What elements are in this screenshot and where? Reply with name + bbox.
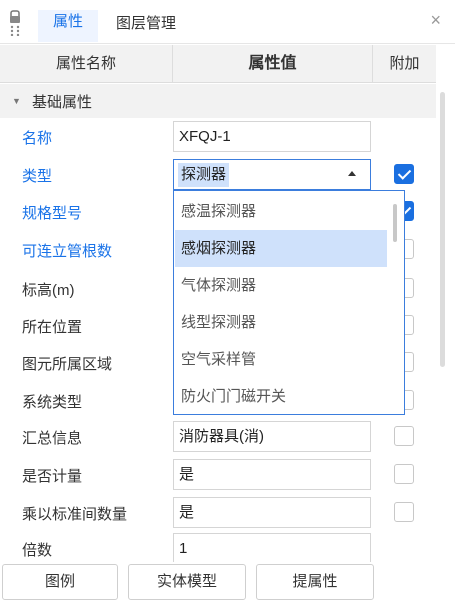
tab-layer-management[interactable]: 图层管理	[116, 12, 176, 33]
legend-button[interactable]: 图例	[2, 564, 118, 600]
dropdown-option[interactable]: 防火门门磁开关	[175, 378, 387, 415]
property-label: 标高(m)	[22, 282, 75, 299]
property-row-summary: 汇总信息 消防器具(消)	[0, 418, 436, 456]
property-label: 名称	[22, 130, 53, 147]
close-icon[interactable]: ×	[430, 10, 441, 31]
dropdown-scrollbar[interactable]	[393, 204, 397, 242]
panel-tabbar: 属性 图层管理 ×	[0, 0, 455, 44]
property-label: 汇总信息	[22, 430, 83, 447]
property-label: 系统类型	[22, 394, 83, 411]
property-row-metered: 是否计量 是	[0, 456, 436, 494]
property-label: 所在位置	[22, 319, 83, 336]
dropdown-option[interactable]: 气体探测器	[175, 267, 387, 304]
footer-toolbar: 图例 实体模型 提属性	[0, 562, 455, 602]
multiply-standard-extra-checkbox[interactable]	[394, 502, 414, 522]
property-label: 规格型号	[22, 205, 83, 222]
chevron-up-icon[interactable]	[348, 171, 356, 176]
pin-icon[interactable]	[9, 10, 21, 36]
property-label: 倍数	[22, 542, 53, 559]
group-basic-properties[interactable]: ▼ 基础属性	[0, 84, 436, 118]
extract-properties-button[interactable]: 提属性	[256, 564, 374, 600]
multiply-standard-value-input[interactable]: 是	[173, 497, 371, 528]
dropdown-option-highlighted[interactable]: 感烟探测器	[175, 230, 387, 267]
property-table-header: 属性名称 属性值 附加	[0, 45, 436, 83]
type-dropdown-list: 感温探测器 感烟探测器 气体探测器 线型探测器 空气采样管 防火门门磁开关	[173, 190, 405, 415]
tab-properties[interactable]: 属性	[38, 10, 98, 42]
summary-value-input[interactable]: 消防器具(消)	[173, 421, 371, 452]
solid-model-button[interactable]: 实体模型	[128, 564, 246, 600]
column-header-value: 属性值	[172, 45, 372, 83]
collapse-triangle-icon[interactable]: ▼	[12, 96, 21, 106]
column-header-extra: 附加	[372, 45, 436, 83]
property-label: 是否计量	[22, 468, 83, 485]
name-value-input[interactable]: XFQJ-1	[173, 121, 371, 152]
panel-scrollbar[interactable]	[440, 92, 445, 367]
type-select[interactable]: 探测器	[173, 159, 371, 190]
dropdown-option[interactable]: 线型探测器	[175, 304, 387, 341]
property-label: 可连立管根数	[22, 243, 113, 260]
property-row-name: 名称 XFQJ-1	[0, 118, 436, 156]
property-label: 类型	[22, 168, 53, 185]
metered-extra-checkbox[interactable]	[394, 464, 414, 484]
property-row-multiply-standard: 乘以标准间数量 是	[0, 494, 436, 532]
dropdown-option[interactable]: 空气采样管	[175, 341, 387, 378]
property-label: 乘以标准间数量	[22, 506, 128, 523]
group-label: 基础属性	[32, 94, 93, 111]
metered-value-input[interactable]: 是	[173, 459, 371, 490]
column-header-name: 属性名称	[55, 55, 116, 72]
dropdown-option[interactable]: 感温探测器	[175, 193, 387, 230]
type-extra-checkbox[interactable]	[394, 164, 414, 184]
property-label: 图元所属区域	[22, 356, 113, 373]
multiple-value-input[interactable]: 1	[173, 533, 371, 564]
type-selected-value: 探测器	[178, 163, 230, 187]
summary-extra-checkbox[interactable]	[394, 426, 414, 446]
